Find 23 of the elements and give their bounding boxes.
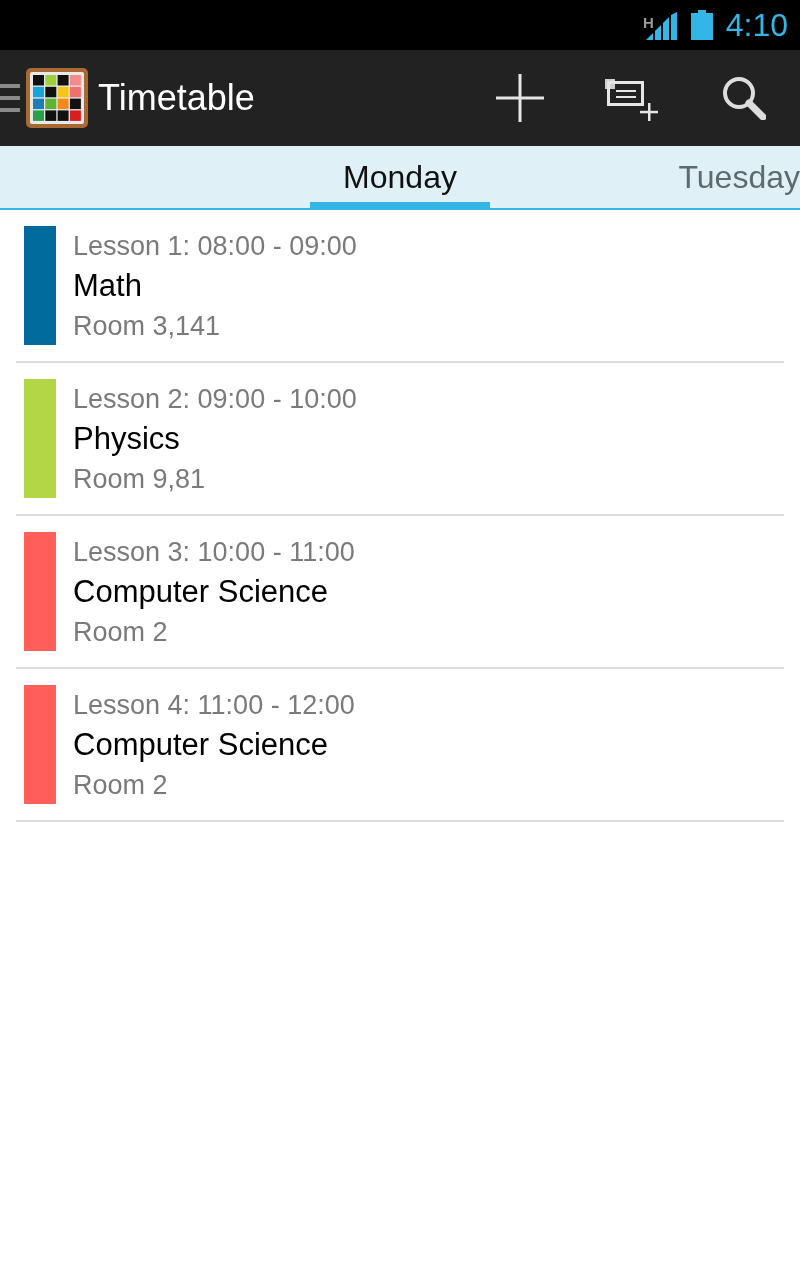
drawer-menu-icon[interactable] — [0, 84, 20, 112]
lesson-time: Lesson 1: 08:00 - 09:00 — [73, 230, 357, 263]
lesson-room: Room 2 — [73, 616, 169, 649]
lesson-time: Lesson 4: 11:00 - 12:00 — [73, 689, 355, 722]
battery-icon — [690, 10, 713, 40]
lesson-room: Room 2 — [73, 769, 169, 802]
plus-icon — [496, 74, 544, 122]
lesson-room: Room 3,141 — [73, 310, 222, 343]
app-title: Timetable — [98, 77, 255, 119]
lesson-time: Lesson 2: 09:00 - 10:00 — [73, 383, 357, 416]
clock-time: 4:10 — [725, 7, 788, 43]
signal-icon — [645, 12, 677, 40]
network-type-label: H — [642, 15, 654, 30]
lesson-time: Lesson 3: 10:00 - 11:00 — [73, 536, 355, 569]
day-tab[interactable]: Monday — [310, 146, 490, 208]
lesson-room: Room 9,81 — [73, 463, 207, 496]
lesson-subject: Computer Science — [73, 726, 329, 764]
lesson-subject: Math — [73, 267, 143, 305]
search-icon — [722, 76, 766, 120]
lesson-subject: Computer Science — [73, 573, 329, 611]
lesson-subject: Physics — [73, 420, 181, 458]
app-logo-icon[interactable] — [26, 68, 88, 128]
day-tab[interactable]: Tuesday — [678, 146, 800, 208]
